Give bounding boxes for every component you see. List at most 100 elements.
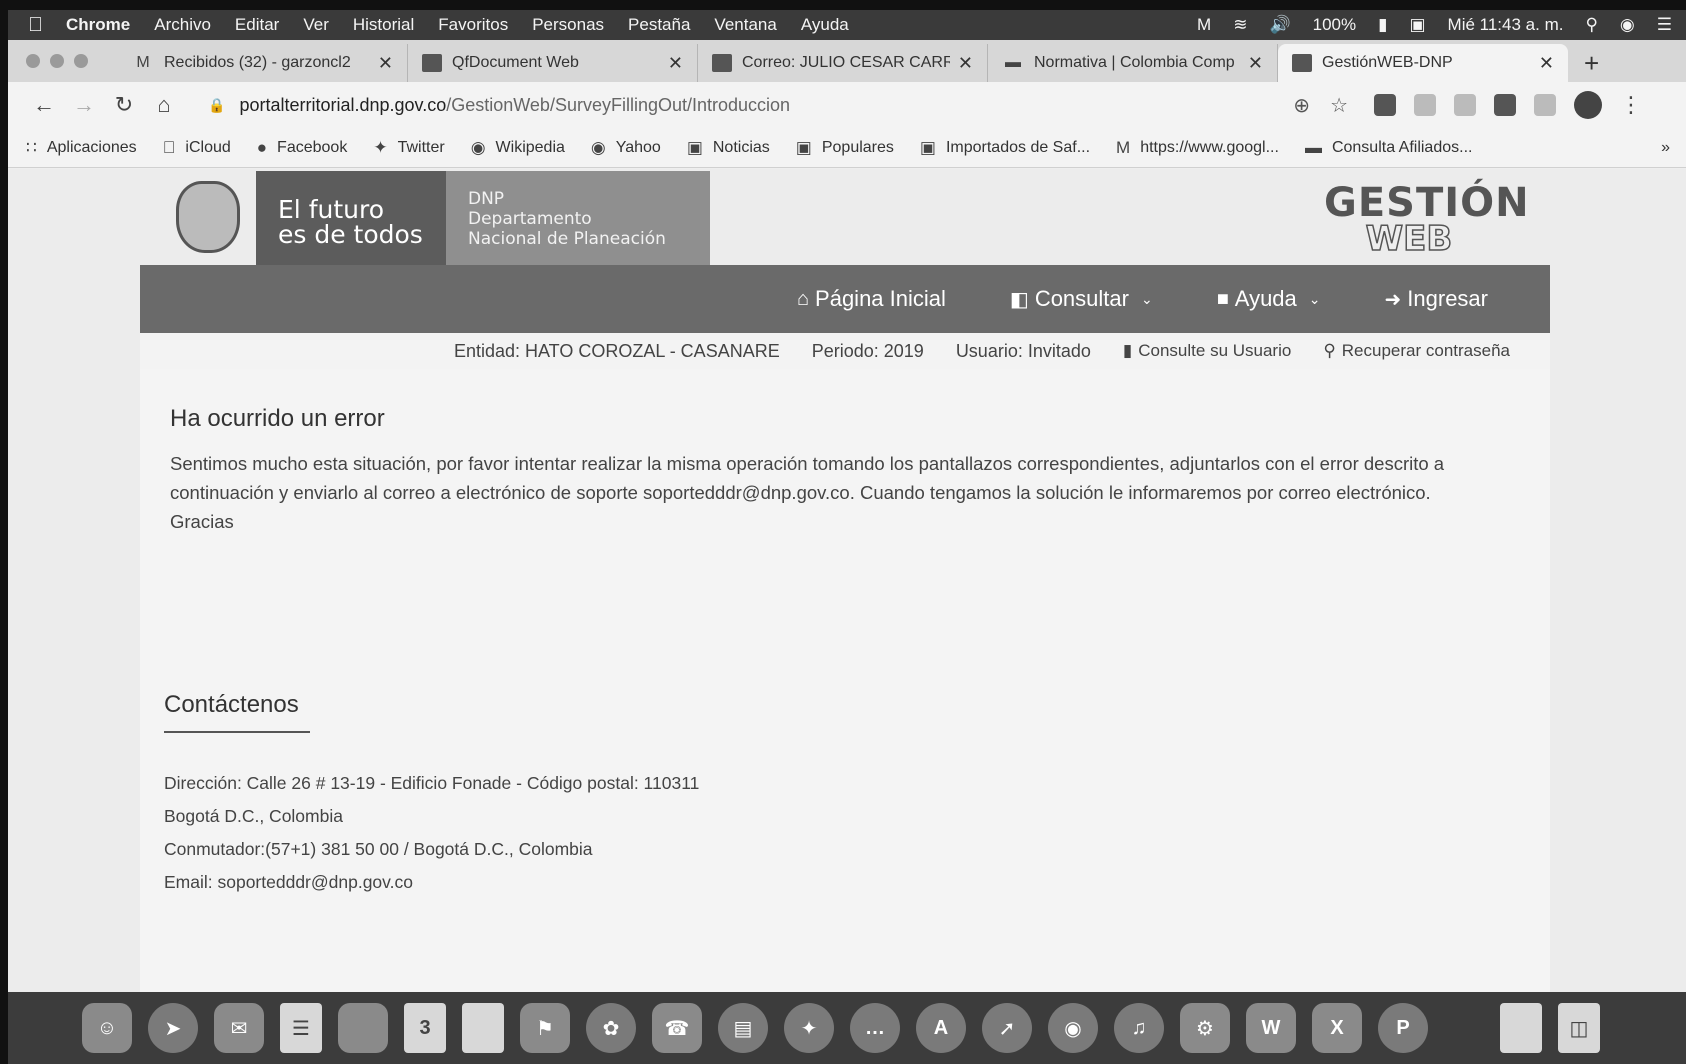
maps-icon[interactable]: ⚑ [520, 1003, 570, 1053]
zoom-icon[interactable]: ⊕ [1293, 93, 1310, 118]
nav-ayuda[interactable]: ■ Ayuda ⌄ [1217, 286, 1321, 312]
tab-close-icon[interactable]: ✕ [958, 53, 973, 74]
bookmark-importados[interactable]: ▣ Importados de Saf... [920, 138, 1090, 158]
bookmark-label: Noticias [700, 138, 770, 156]
nav-consultar[interactable]: ◧ Consultar ⌄ [1010, 286, 1153, 312]
menu-pestana[interactable]: Pestaña [628, 15, 690, 35]
chrome-icon[interactable]: ◉ [1048, 1003, 1098, 1053]
close-window-button[interactable] [26, 54, 40, 68]
bookmark-star-icon[interactable]: ☆ [1330, 93, 1348, 118]
menu-historial[interactable]: Historial [353, 15, 414, 35]
tab-gestionweb[interactable]: GestiónWEB-DNP ✕ [1278, 44, 1568, 82]
finder-icon[interactable]: ☺ [82, 1003, 132, 1053]
extension-lens-icon[interactable] [1494, 94, 1516, 116]
bookmark-noticias[interactable]: ▣ Noticias [687, 138, 770, 158]
bookmark-label: iCloud [172, 138, 230, 156]
launchpad-icon[interactable]: ➤ [148, 1003, 198, 1053]
safari-compass-icon[interactable]: ✦ [784, 1003, 834, 1053]
trash-icon[interactable]: ◫ [1558, 1003, 1600, 1053]
menu-app-name[interactable]: Chrome [66, 15, 130, 35]
bookmark-aplicaciones[interactable]: ∷ Aplicaciones [26, 138, 137, 158]
tab-close-icon[interactable]: ✕ [378, 53, 393, 74]
nav-pagina-inicial[interactable]: ⌂ Página Inicial [797, 286, 946, 312]
bookmark-twitter[interactable]: ✦ Twitter [373, 138, 444, 158]
bookmark-facebook[interactable]: ● Facebook [257, 138, 348, 158]
home-icon[interactable]: ⌂ [144, 92, 184, 118]
contact-phone: Conmutador:(57+1) 381 50 00 / Bogotá D.C… [164, 839, 593, 859]
notes-icon[interactable] [462, 1003, 504, 1053]
folder-icon: ▣ [783, 137, 812, 157]
browser-menu-icon[interactable]: ⋮ [1620, 92, 1642, 118]
downloads-document-icon[interactable] [1500, 1003, 1542, 1053]
tab-close-icon[interactable]: ✕ [1248, 53, 1263, 74]
extension-clipboard-icon[interactable] [1534, 94, 1556, 116]
books-icon[interactable]: ▤ [718, 1003, 768, 1053]
notification-center-icon[interactable]: ☰ [1657, 15, 1672, 35]
bookmark-wikipedia[interactable]: ◉ Wikipedia [471, 138, 565, 158]
lock-icon[interactable]: 🔒 [208, 97, 225, 114]
notebook-icon[interactable] [338, 1003, 388, 1053]
contact-email[interactable]: Email: soportedddr@dnp.gov.co [164, 866, 699, 899]
extension-search-icon[interactable] [1374, 94, 1396, 116]
wifi-icon[interactable]: ≋ [1233, 15, 1247, 35]
tab-close-icon[interactable]: ✕ [1539, 53, 1554, 74]
minimize-window-button[interactable] [50, 54, 64, 68]
user-icon[interactable]: ◉ [1620, 15, 1635, 35]
menu-ayuda[interactable]: Ayuda [801, 15, 849, 35]
forward-arrow-icon[interactable]: → [64, 92, 104, 118]
more-bookmarks-icon[interactable]: » [1661, 139, 1670, 157]
menu-archivo[interactable]: Archivo [154, 15, 211, 35]
app-store-icon[interactable]: A [916, 1003, 966, 1053]
battery-percent[interactable]: 100% [1313, 15, 1356, 35]
back-arrow-icon[interactable]: ← [24, 92, 64, 118]
reload-icon[interactable]: ↻ [104, 92, 144, 118]
word-icon[interactable]: W [1246, 1003, 1296, 1053]
mail-stamp-icon[interactable]: ✉ [214, 1003, 264, 1053]
web-page: El futuro es de todos DNP Departamento N… [8, 169, 1686, 992]
safari-icon[interactable]: ➚ [982, 1003, 1032, 1053]
extension-capture-icon[interactable] [1454, 94, 1476, 116]
consulte-usuario-link[interactable]: ▮ Consulte su Usuario [1123, 341, 1291, 361]
facetime-icon[interactable]: ☎ [652, 1003, 702, 1053]
url-domain: portalterritorial.dnp.gov.co [239, 94, 447, 115]
bookmark-consulta-afiliados[interactable]: ▬ Consulta Afiliados... [1305, 138, 1473, 158]
tab-close-icon[interactable]: ✕ [668, 53, 683, 74]
recuperar-contrasena-link[interactable]: ⚲ Recuperar contraseña [1323, 341, 1510, 361]
profile-avatar[interactable] [1574, 91, 1602, 119]
tab-gmail[interactable]: M Recibidos (32) - garzoncl2 ✕ [118, 44, 408, 82]
volume-icon[interactable]: 🔊 [1269, 15, 1290, 35]
reminders-icon[interactable]: ☰ [280, 1003, 322, 1053]
excel-icon[interactable]: X [1312, 1003, 1362, 1053]
tab-qfdocument[interactable]: QfDocument Web ✕ [408, 44, 698, 82]
menu-personas[interactable]: Personas [532, 15, 604, 35]
system-preferences-icon[interactable]: ⚙ [1180, 1003, 1230, 1053]
screen-icon[interactable]: ▣ [1409, 15, 1425, 35]
menu-editar[interactable]: Editar [235, 15, 279, 35]
tab-outlook[interactable]: Correo: JULIO CESAR CARR ✕ [698, 44, 988, 82]
mail-status-icon[interactable]: M [1197, 15, 1211, 35]
extension-pdf-icon[interactable] [1414, 94, 1436, 116]
gestion-web-logo[interactable]: GESTIÓN WEB [1324, 183, 1529, 259]
calendar-icon[interactable]: 3 [404, 1003, 446, 1053]
menu-ventana[interactable]: Ventana [714, 15, 776, 35]
nav-ingresar[interactable]: ➜ Ingresar [1385, 286, 1488, 312]
messages-icon[interactable]: … [850, 1003, 900, 1053]
bookmark-yahoo[interactable]: ◉ Yahoo [591, 138, 661, 158]
logo-line-2: WEB [1365, 219, 1453, 259]
clock[interactable]: Mié 11:43 a. m. [1448, 15, 1564, 35]
apple-menu-icon[interactable]:  [28, 14, 66, 37]
bookmark-google[interactable]: Mhttps://www.googl... [1116, 138, 1279, 158]
menu-favoritos[interactable]: Favoritos [438, 15, 508, 35]
tab-normativa[interactable]: ▬ Normativa | Colombia Comp ✕ [988, 44, 1278, 82]
spotlight-search-icon[interactable]: ⚲ [1585, 15, 1597, 35]
battery-icon[interactable]: ▮ [1378, 15, 1387, 35]
menu-ver[interactable]: Ver [303, 15, 329, 35]
photos-icon[interactable]: ✿ [586, 1003, 636, 1053]
bookmark-icloud[interactable]: iCloud [163, 138, 231, 158]
address-bar[interactable]: 🔒 portalterritorial.dnp.gov.co/GestionWe… [208, 88, 1348, 122]
bookmark-populares[interactable]: ▣ Populares [796, 138, 894, 158]
music-icon[interactable]: ♫ [1114, 1003, 1164, 1053]
powerpoint-icon[interactable]: P [1378, 1003, 1428, 1053]
new-tab-button[interactable]: + [1584, 44, 1599, 82]
maximize-window-button[interactable] [74, 54, 88, 68]
